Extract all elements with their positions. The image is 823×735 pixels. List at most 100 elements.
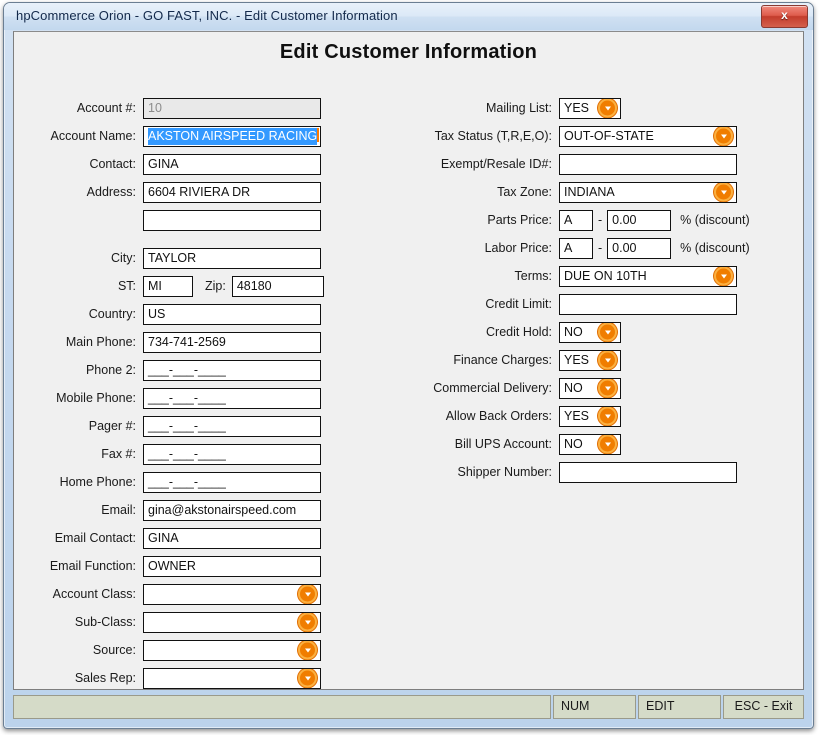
commercial-delivery-combo[interactable]: NO [559, 377, 621, 399]
city-input[interactable]: TAYLOR [143, 247, 321, 269]
allow-back-orders-combo[interactable]: YES [559, 405, 621, 427]
email-function-input[interactable]: OWNER [143, 555, 321, 577]
country-input[interactable]: US [143, 303, 321, 325]
chevron-down-icon[interactable] [298, 612, 317, 632]
chevron-down-icon[interactable] [298, 584, 317, 604]
field-row-labor-price: Labor Price: A - 0.00 % (discount) [406, 234, 791, 262]
label-shipper-number: Shipper Number: [457, 465, 553, 479]
field-row-account-name: Account Name: AKSTON AIRSPEED RACING [14, 122, 364, 150]
account-class-combo[interactable] [143, 583, 321, 605]
credit-limit-input[interactable] [559, 293, 737, 315]
field-row-terms: Terms: DUE ON 10TH [406, 262, 791, 290]
email-contact-input[interactable]: GINA [143, 527, 321, 549]
tax-status-combo[interactable]: OUT-OF-STATE [559, 125, 737, 147]
label-commercial-delivery: Commercial Delivery: [433, 381, 552, 395]
exempt-resale-id-input[interactable] [559, 153, 737, 175]
home-phone-input[interactable]: ___-___-____ [143, 471, 321, 493]
label-state: ST: [117, 279, 136, 293]
label-tax-status: Tax Status (T,R,E,O): [434, 129, 552, 143]
state-input[interactable]: MI [143, 275, 193, 297]
field-row-mailing-list: Mailing List: YES [406, 94, 791, 122]
field-row-credit-hold: Credit Hold: NO [406, 318, 791, 346]
right-column: Mailing List: YES Tax Status (T,R,E,O): … [406, 94, 791, 486]
field-row-account-number: Account #: 10 [14, 94, 364, 122]
field-row-email: Email: gina@akstonairspeed.com [14, 496, 364, 524]
field-row-email-function: Email Function: OWNER [14, 552, 364, 580]
label-country: Country: [88, 307, 136, 321]
chevron-down-icon[interactable] [714, 126, 733, 146]
main-phone-input[interactable]: 734-741-2569 [143, 331, 321, 353]
chevron-down-icon[interactable] [598, 98, 617, 118]
field-row-exempt-resale-id: Exempt/Resale ID#: [406, 150, 791, 178]
parts-price-code-input[interactable]: A [559, 209, 593, 231]
label-account-class: Account Class: [52, 587, 136, 601]
label-allow-back-orders: Allow Back Orders: [445, 409, 552, 423]
application-window: hpCommerce Orion - GO FAST, INC. - Edit … [3, 2, 814, 729]
left-column: Account #: 10 Account Name: AKSTON AIRSP… [14, 94, 364, 692]
field-row-pager: Pager #: ___-___-____ [14, 412, 364, 440]
label-account-number: Account #: [76, 101, 136, 115]
field-row-allow-back-orders: Allow Back Orders: YES [406, 402, 791, 430]
terms-combo[interactable]: DUE ON 10TH [559, 265, 737, 287]
label-terms: Terms: [514, 269, 553, 283]
left-spacer [14, 234, 364, 244]
field-row-country: Country: US [14, 300, 364, 328]
finance-charges-combo[interactable]: YES [559, 349, 621, 371]
labor-price-code-input[interactable]: A [559, 237, 593, 259]
tax-zone-combo[interactable]: INDIANA [559, 181, 737, 203]
text-caret [317, 127, 320, 142]
mobile-phone-input[interactable]: ___-___-____ [143, 387, 321, 409]
close-button[interactable]: x [761, 5, 808, 28]
mailing-list-combo[interactable]: YES [559, 97, 621, 119]
pager-input[interactable]: ___-___-____ [143, 415, 321, 437]
labor-price-suffix: % (discount) [680, 241, 750, 255]
phone2-input[interactable]: ___-___-____ [143, 359, 321, 381]
sub-class-combo[interactable] [143, 611, 321, 633]
label-main-phone: Main Phone: [65, 335, 136, 349]
chevron-down-icon[interactable] [298, 640, 317, 660]
parts-price-discount-input[interactable]: 0.00 [607, 209, 672, 231]
chevron-down-icon[interactable] [598, 406, 617, 426]
shipper-number-input[interactable] [559, 461, 737, 483]
zip-input[interactable]: 48180 [231, 275, 324, 297]
chevron-down-icon[interactable] [598, 378, 617, 398]
account-name-input[interactable]: AKSTON AIRSPEED RACING [143, 125, 321, 147]
bill-ups-account-combo[interactable]: NO [559, 433, 621, 455]
fax-input[interactable]: ___-___-____ [143, 443, 321, 465]
chevron-down-icon[interactable] [598, 434, 617, 454]
label-finance-charges: Finance Charges: [453, 353, 552, 367]
field-row-home-phone: Home Phone: ___-___-____ [14, 468, 364, 496]
field-row-address1: Address: 6604 RIVIERA DR [14, 178, 364, 206]
field-row-commercial-delivery: Commercial Delivery: NO [406, 374, 791, 402]
chevron-down-icon[interactable] [714, 182, 733, 202]
address-line2-input[interactable] [143, 209, 321, 231]
field-row-tax-zone: Tax Zone: INDIANA [406, 178, 791, 206]
email-input[interactable]: gina@akstonairspeed.com [143, 499, 321, 521]
window-title: hpCommerce Orion - GO FAST, INC. - Edit … [16, 8, 398, 23]
label-sub-class: Sub-Class: [74, 615, 136, 629]
form-columns: Account #: 10 Account Name: AKSTON AIRSP… [14, 64, 803, 689]
credit-hold-combo[interactable]: NO [559, 321, 621, 343]
chevron-down-icon[interactable] [598, 322, 617, 342]
label-credit-limit: Credit Limit: [485, 297, 552, 311]
chevron-down-icon[interactable] [714, 266, 733, 286]
label-exempt-resale-id: Exempt/Resale ID#: [440, 157, 552, 171]
address-line1-input[interactable]: 6604 RIVIERA DR [143, 181, 321, 203]
source-combo[interactable] [143, 639, 321, 661]
label-email-function: Email Function: [49, 559, 136, 573]
label-fax: Fax #: [101, 447, 136, 461]
field-row-parts-price: Parts Price: A - 0.00 % (discount) [406, 206, 791, 234]
chevron-down-icon[interactable] [298, 668, 317, 688]
chevron-down-icon[interactable] [598, 350, 617, 370]
contact-input[interactable]: GINA [143, 153, 321, 175]
label-address: Address: [86, 185, 136, 199]
label-sales-rep: Sales Rep: [74, 671, 136, 685]
field-row-state-zip: ST: MI Zip: 48180 [14, 272, 364, 300]
field-row-mobile-phone: Mobile Phone: ___-___-____ [14, 384, 364, 412]
sales-rep-combo[interactable] [143, 667, 321, 689]
status-message [13, 695, 551, 719]
label-phone2: Phone 2: [85, 363, 136, 377]
status-exit-hint[interactable]: ESC - Exit [723, 695, 804, 719]
label-tax-zone: Tax Zone: [497, 185, 552, 199]
labor-price-discount-input[interactable]: 0.00 [607, 237, 672, 259]
